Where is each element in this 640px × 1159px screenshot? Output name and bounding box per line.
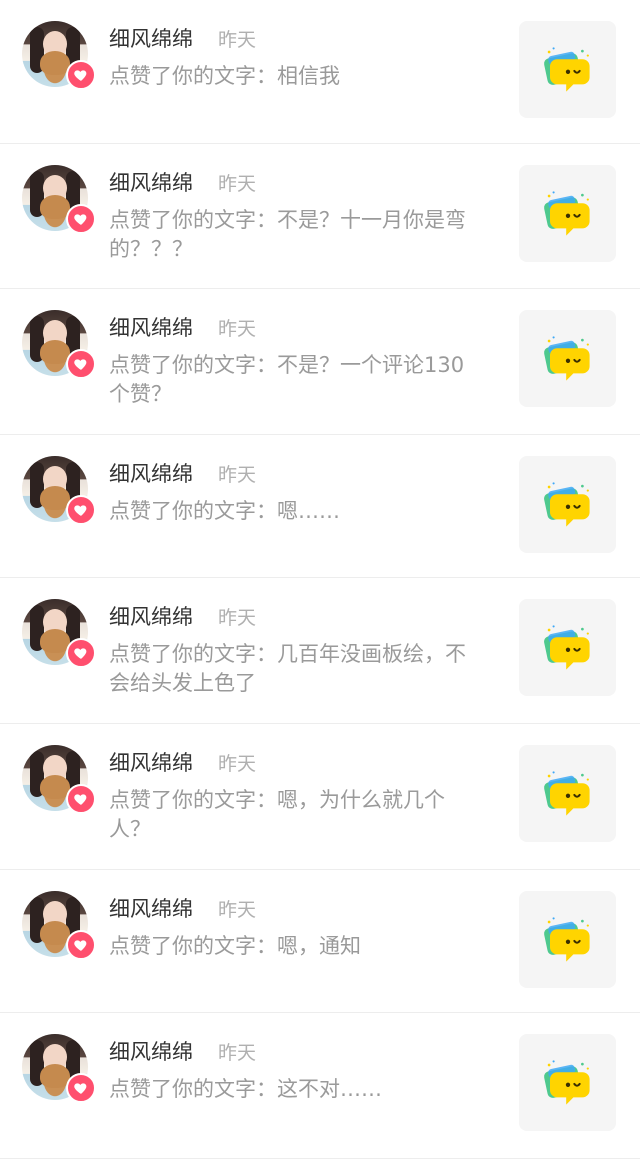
username[interactable]: 细风绵绵: [109, 1038, 193, 1066]
heart-icon: [66, 638, 96, 668]
speech-bubble-smiley-icon: [541, 332, 595, 386]
heart-icon: [66, 930, 96, 960]
heart-icon: [66, 495, 96, 525]
timestamp: 昨天: [218, 173, 257, 195]
speech-bubble-smiley-icon: [541, 621, 595, 675]
notification-item[interactable]: 细风绵绵 昨天点赞了你的文字：嗯，为什么就几个人？: [0, 724, 640, 870]
speech-bubble-smiley-icon: [541, 913, 595, 967]
username[interactable]: 细风绵绵: [109, 895, 193, 923]
username[interactable]: 细风绵绵: [109, 314, 193, 342]
timestamp: 昨天: [218, 899, 257, 921]
timestamp: 昨天: [218, 753, 257, 775]
notification-list: 细风绵绵 昨天 点赞了你的文字：相信我 细风绵绵 昨天 点赞了你的文字：不是？十一月你是弯…: [0, 0, 640, 1159]
username[interactable]: 细风绵绵: [109, 460, 193, 488]
speech-bubble-smiley-icon: [541, 187, 595, 241]
notification-text[interactable]: 点赞了你的文字：这不对……: [109, 1075, 479, 1104]
heart-icon: [66, 60, 96, 90]
username[interactable]: 细风绵绵: [109, 169, 193, 197]
thumbnail[interactable]: [519, 310, 616, 407]
username[interactable]: 细风绵绵: [109, 25, 193, 53]
notification-text[interactable]: 点赞了你的文字：嗯，为什么就几个人？: [109, 786, 479, 844]
thumbnail[interactable]: [519, 599, 616, 696]
speech-bubble-smiley-icon: [541, 478, 595, 532]
notification-item[interactable]: 细风绵绵 昨天点赞了你的文字：不是？十一月你是弯的？？？: [0, 144, 640, 289]
notification-item[interactable]: 细风绵绵 昨天点赞了你的文字：相信我: [0, 0, 640, 144]
thumbnail[interactable]: [519, 745, 616, 842]
thumbnail[interactable]: [519, 1034, 616, 1131]
speech-bubble-smiley-icon: [541, 767, 595, 821]
notification-text[interactable]: 点赞了你的文字：不是？一个评论130个赞？: [109, 351, 479, 409]
thumbnail[interactable]: [519, 891, 616, 988]
timestamp: 昨天: [218, 1042, 257, 1064]
notification-item[interactable]: 细风绵绵 昨天点赞了你的文字：嗯……: [0, 435, 640, 578]
notification-item[interactable]: 细风绵绵 昨天点赞了你的文字：这不对……: [0, 1013, 640, 1159]
thumbnail[interactable]: [519, 21, 616, 118]
notification-text[interactable]: 点赞了你的文字：不是？十一月你是弯的？？？: [109, 206, 479, 264]
timestamp: 昨天: [218, 464, 257, 486]
thumbnail[interactable]: [519, 456, 616, 553]
heart-icon: [66, 1073, 96, 1103]
heart-icon: [66, 204, 96, 234]
notification-item[interactable]: 细风绵绵 昨天点赞了你的文字：几百年没画板绘，不会给头发上色了: [0, 578, 640, 724]
username[interactable]: 细风绵绵: [109, 603, 193, 631]
heart-icon: [66, 784, 96, 814]
notification-text[interactable]: 点赞了你的文字：嗯……: [109, 497, 479, 526]
notification-text[interactable]: 点赞了你的文字：嗯，通知: [109, 932, 479, 961]
speech-bubble-smiley-icon: [541, 43, 595, 97]
speech-bubble-smiley-icon: [541, 1056, 595, 1110]
timestamp: 昨天: [218, 607, 257, 629]
notification-item[interactable]: 细风绵绵 昨天点赞了你的文字：嗯，通知: [0, 870, 640, 1013]
notification-item[interactable]: 细风绵绵 昨天点赞了你的文字：不是？一个评论130个赞？: [0, 289, 640, 435]
notification-text[interactable]: 点赞了你的文字：相信我: [109, 62, 479, 91]
timestamp: 昨天: [218, 318, 257, 340]
notification-text[interactable]: 点赞了你的文字：几百年没画板绘，不会给头发上色了: [109, 640, 479, 698]
thumbnail[interactable]: [519, 165, 616, 262]
heart-icon: [66, 349, 96, 379]
username[interactable]: 细风绵绵: [109, 749, 193, 777]
timestamp: 昨天: [218, 29, 257, 51]
